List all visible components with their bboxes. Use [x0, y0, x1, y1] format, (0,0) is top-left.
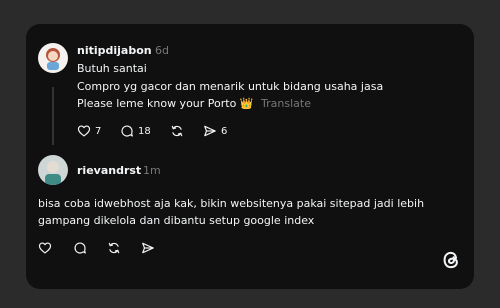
repost-icon	[107, 241, 121, 255]
post-timestamp: 6d	[155, 44, 169, 57]
share-count: 6	[221, 125, 228, 137]
post-repost-button[interactable]	[170, 123, 184, 139]
threads-logo-icon[interactable]	[440, 249, 462, 271]
repost-icon	[170, 124, 184, 138]
avatar-rievandrst[interactable]	[38, 155, 68, 185]
reply-share-button[interactable]	[141, 240, 155, 256]
post-text-line-3: Please leme know your Porto 👑 Translate	[77, 96, 311, 112]
send-icon	[203, 124, 217, 138]
post-text-line-2: Compro yg gacor dan menarik untuk bidang…	[77, 80, 384, 93]
post-comment-button[interactable]: 18	[120, 123, 151, 139]
post-username[interactable]: nitipdijabon	[77, 44, 152, 57]
comment-icon	[120, 124, 134, 138]
reply-repost-button[interactable]	[107, 240, 121, 256]
translate-link[interactable]: Translate	[261, 97, 311, 110]
reply-text-line-1: bisa coba idwebhost aja kak, bikin websi…	[38, 197, 425, 210]
comment-icon	[73, 241, 87, 255]
threads-card: nitipdijabon 6d Butuh santai Compro yg g…	[26, 24, 474, 289]
thread-connector-line	[52, 87, 54, 145]
reply-like-button[interactable]	[38, 240, 52, 256]
send-icon	[141, 241, 155, 255]
like-count: 7	[95, 125, 102, 137]
comment-count: 18	[138, 125, 151, 137]
reply-username[interactable]: rievandrst	[77, 164, 141, 177]
post-share-button[interactable]: 6	[203, 123, 227, 139]
post-text-line-1: Butuh santai	[77, 62, 147, 75]
reply-comment-button[interactable]	[73, 240, 87, 256]
post-like-button[interactable]: 7	[77, 123, 101, 139]
post-text-line-3-text: Please leme know your Porto 👑	[77, 97, 254, 110]
heart-icon	[77, 124, 91, 138]
avatar-nitipdijabon[interactable]	[38, 43, 68, 73]
heart-icon	[38, 241, 52, 255]
reply-timestamp: 1m	[143, 164, 161, 177]
reply-text-line-2: gampang dikelola dan dibantu setup googl…	[38, 214, 315, 227]
